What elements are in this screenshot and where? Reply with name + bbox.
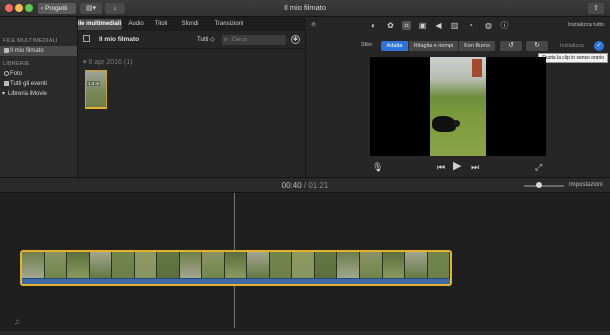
filmstrip-frame: [405, 252, 428, 278]
filmstrip-frame: [22, 252, 45, 278]
media-browser: Il mio filmato Tutti ◇ ⌕ Cerca ✱ ▾ 6 apr…: [78, 31, 306, 177]
info-icon[interactable]: ⓘ: [500, 21, 509, 30]
crop-icon[interactable]: ⌗: [402, 21, 411, 30]
filter-select[interactable]: Tutti ◇: [197, 36, 215, 43]
color-correction-icon[interactable]: ✿: [386, 21, 395, 30]
film-icon: [4, 48, 9, 53]
media-clip[interactable]: 1,3 m: [85, 70, 107, 109]
browser-title: Il mio filmato: [99, 36, 140, 43]
reset-button[interactable]: Inizializza: [560, 43, 584, 49]
timeline-scrollbar[interactable]: [0, 331, 610, 335]
timecode: 00:40 / 01:21: [281, 181, 329, 190]
filmstrip-frame: [67, 252, 90, 278]
style-crop-fill-button[interactable]: Ritaglia e riempi: [409, 41, 459, 51]
zoom-slider-knob[interactable]: [536, 182, 542, 188]
filmstrip-frame: [112, 252, 135, 278]
sidebar-item-project[interactable]: Il mio filmato: [0, 46, 77, 56]
stabilization-icon[interactable]: ▣: [418, 21, 427, 30]
dog-head-in-frame: [453, 120, 460, 127]
timeline-clip[interactable]: [20, 250, 452, 286]
clip-audio-track: [22, 284, 450, 286]
timeline-settings-button[interactable]: Impostazioni: [569, 182, 603, 188]
fullscreen-icon[interactable]: ⤢: [535, 161, 542, 173]
section-libraries-heading: LIBRERIE: [3, 61, 30, 67]
filmstrip-frame: [314, 252, 338, 278]
color-balance-icon[interactable]: ◐: [369, 21, 378, 30]
rotate-clockwise-button[interactable]: ↻: [526, 41, 548, 51]
sidebar-item-all-events[interactable]: Tutti gli eventi: [0, 79, 77, 89]
search-icon: ⌕: [224, 37, 228, 43]
filmstrip-frame: [337, 252, 360, 278]
filmstrip-frame: [359, 252, 383, 278]
volume-icon[interactable]: ◀: [434, 21, 443, 30]
events-icon: [4, 81, 9, 86]
rotate-tooltip: Ruota la clip in senso orario: [538, 53, 608, 63]
filmstrip-frame: [44, 252, 68, 278]
photos-icon: [4, 71, 9, 76]
filmstrip-frame: [247, 252, 270, 278]
skip-back-icon[interactable]: ⏮︎: [437, 161, 445, 173]
sidebar-item-photos[interactable]: Foto: [0, 69, 77, 79]
filmstrip-frame: [382, 252, 406, 278]
viewer-panel: ✧ ◐ ✿ ⌗ ▣ ◀ ▥ ◔ ◍ ⓘ Inizializza tutto St…: [306, 17, 610, 177]
plant-in-frame: [472, 59, 482, 77]
video-frame: [430, 57, 486, 156]
share-button[interactable]: ⇧: [588, 3, 604, 14]
speed-icon[interactable]: ◔: [466, 21, 475, 30]
search-input[interactable]: ⌕ Cerca: [222, 35, 286, 45]
filmstrip-frame: [134, 252, 158, 278]
title-bar: ‹ Progetti ▤▾ ↓ Il mio filmato ⇧: [0, 0, 610, 17]
filmstrip-frame: [224, 252, 248, 278]
filmstrip-frame: [179, 252, 203, 278]
timeline: ♫: [0, 193, 610, 335]
playback-controls: 🎙︎ ⏮︎ ▶ ⏭︎ ⤢: [306, 161, 610, 175]
zoom-slider-track[interactable]: [524, 185, 564, 187]
equalizer-icon[interactable]: ▥: [450, 21, 459, 30]
checkmark-icon: ✓: [596, 43, 602, 49]
disclosure-triangle-icon: ▾: [2, 91, 6, 97]
tab-backgrounds[interactable]: Sfondi: [178, 19, 202, 30]
filmstrip-frame: [89, 252, 113, 278]
filmstrip-frame: [202, 252, 225, 278]
style-label: Stile:: [361, 42, 374, 48]
clip-filmstrip: [22, 252, 450, 278]
libraries-sidebar: FILE MULTIMEDIALI Il mio filmato LIBRERI…: [0, 17, 78, 177]
tab-titles[interactable]: Titoli: [152, 19, 170, 30]
rotate-left-icon: ↺: [508, 42, 514, 49]
filmstrip-frame: [157, 252, 180, 278]
window-title: Il mio filmato: [283, 3, 327, 12]
filmstrip-frame: [269, 252, 293, 278]
skip-forward-icon[interactable]: ⏭︎: [471, 161, 479, 173]
filmstrip-frame: [292, 252, 315, 278]
event-header: ▾ 6 apr 2016 (1): [83, 59, 133, 66]
apply-checkmark-button[interactable]: ✓: [594, 41, 604, 51]
microphone-icon[interactable]: 🎙︎: [372, 161, 383, 173]
sidebar-toggle-icon[interactable]: [83, 35, 90, 42]
section-media-heading: FILE MULTIMEDIALI: [3, 38, 58, 44]
tab-transitions[interactable]: Transizioni: [212, 19, 246, 30]
style-ken-burns-button[interactable]: Ken Burns: [459, 41, 496, 51]
gear-icon[interactable]: ✱: [291, 35, 300, 44]
magic-wand-icon[interactable]: ✧: [309, 20, 318, 29]
rotate-counterclockwise-button[interactable]: ↺: [500, 41, 522, 51]
video-preview[interactable]: [370, 57, 546, 156]
share-icon: ⇧: [593, 5, 599, 12]
browser-toolbar: Il mio filmato Tutti ◇ ⌕ Cerca ✱: [78, 31, 306, 49]
clip-duration: 1,3 m: [87, 81, 101, 86]
filmstrip-frame: [427, 252, 450, 278]
sidebar-item-library[interactable]: ▾ Libreria iMovie: [0, 89, 77, 99]
tab-audio[interactable]: Audio: [126, 19, 146, 30]
style-fit-button[interactable]: Adatta: [381, 41, 409, 51]
play-icon[interactable]: ▶: [453, 161, 461, 172]
reset-all-button[interactable]: Inizializza tutto: [568, 22, 604, 28]
rotate-right-icon: ↻: [534, 42, 540, 49]
music-note-icon: ♫: [14, 317, 20, 326]
noise-reduction-icon[interactable]: ◍: [484, 21, 493, 30]
timeline-header: 00:40 / 01:21 Impostazioni: [0, 177, 610, 193]
